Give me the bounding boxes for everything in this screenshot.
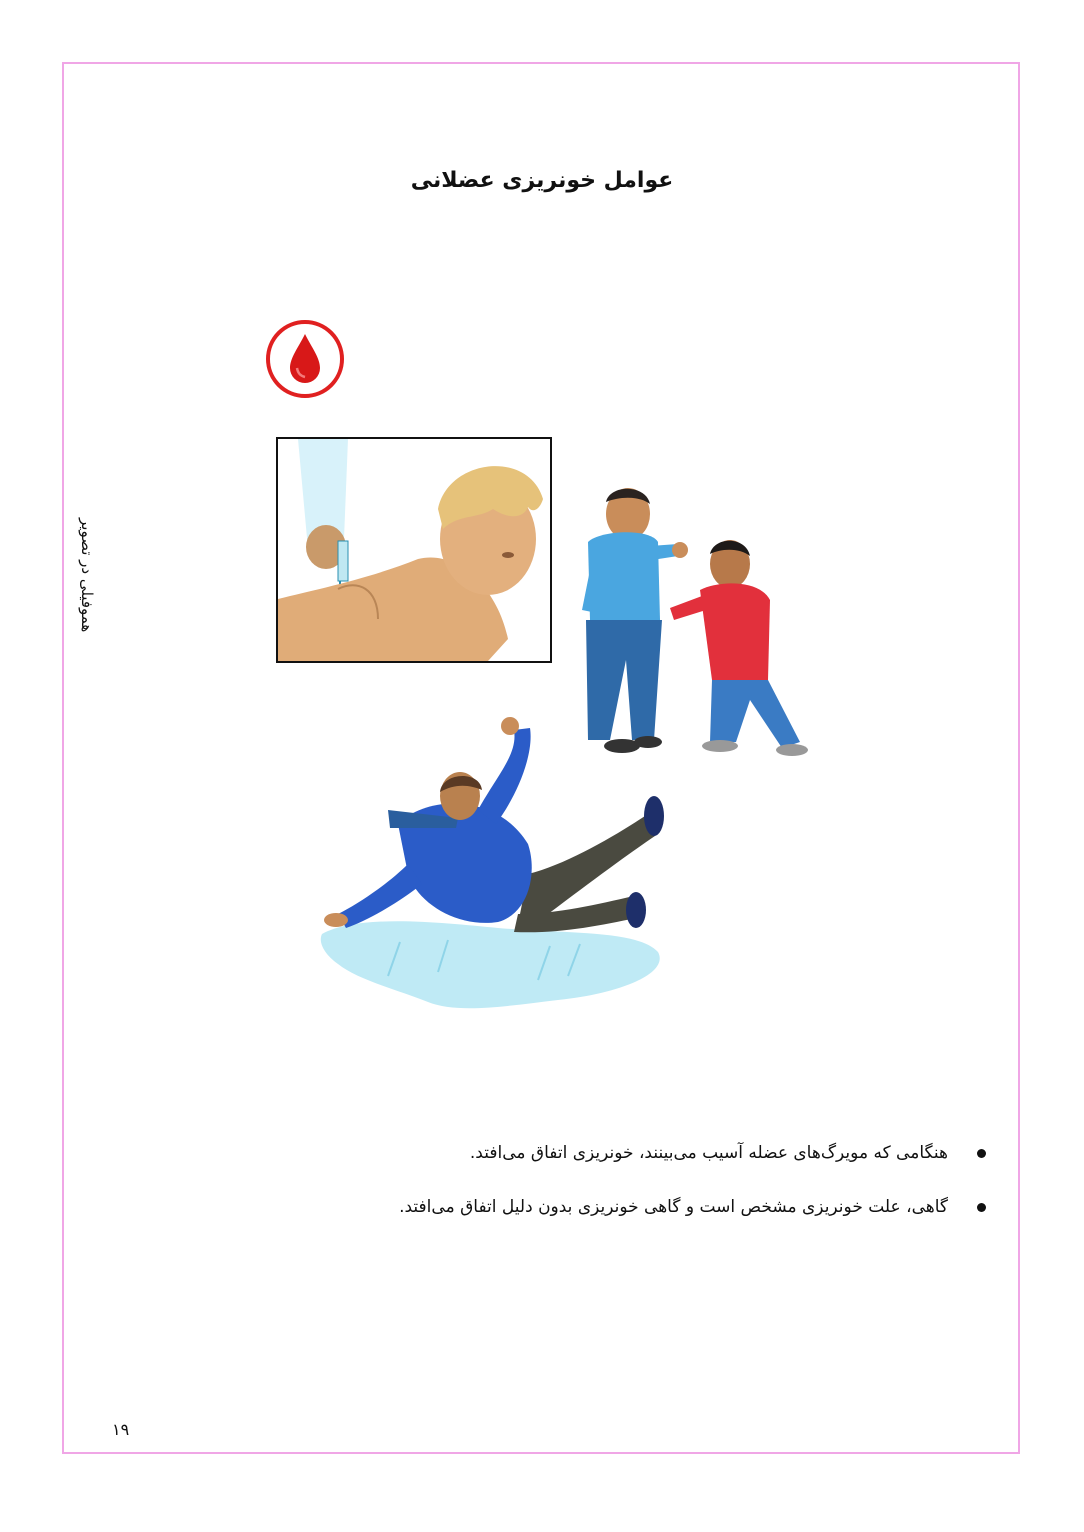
list-item: گاهی، علت خونریزی مشخص است و گاهی خونریز… [266, 1194, 986, 1220]
blood-drop-icon [264, 318, 346, 400]
page-title: عوامل خونریزی عضلانی [410, 168, 674, 193]
bullet-text: هنگامی که مویرگ‌های عضله آسیب می‌بینند، … [469, 1143, 948, 1163]
side-label: هموفیلی در تصویر [78, 517, 96, 633]
bullet-text: گاهی، علت خونریزی مشخص است و گاهی خونریز… [399, 1197, 948, 1217]
bullet-list: هنگامی که مویرگ‌های عضله آسیب می‌بینند، … [266, 1140, 986, 1248]
bullet-dot-icon [977, 1203, 986, 1212]
list-item: هنگامی که مویرگ‌های عضله آسیب می‌بینند، … [266, 1140, 986, 1166]
slipping-man-illustration [318, 714, 674, 1018]
bullet-dot-icon [977, 1149, 986, 1158]
injection-illustration [276, 437, 552, 663]
page-number: ۱۹ [112, 1420, 130, 1439]
